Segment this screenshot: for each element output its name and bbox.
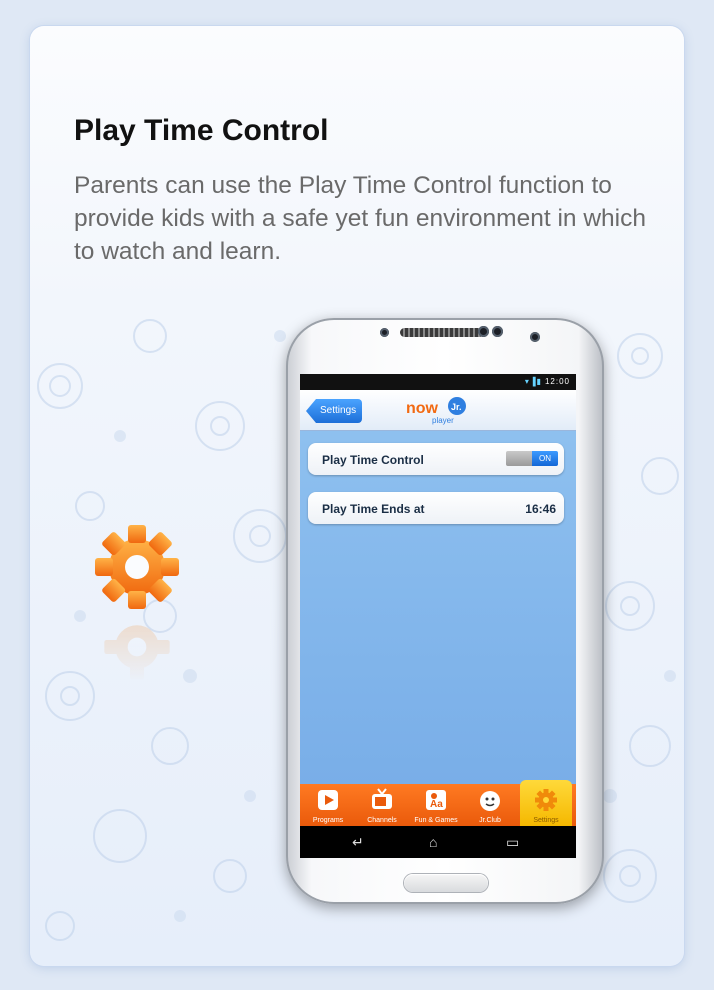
phone-home-button[interactable]: [404, 874, 488, 892]
play-time-control-row: Play Time Control ON: [308, 443, 564, 475]
gear-icon: [95, 525, 179, 609]
logo-subtitle: player: [432, 416, 454, 425]
settings-back-button[interactable]: Settings: [306, 399, 363, 423]
logo-badge: Jr.: [451, 402, 462, 412]
play-time-control-toggle[interactable]: ON: [506, 451, 558, 466]
play-time-ends-label: Play Time Ends at: [322, 502, 425, 516]
recent-apps-icon[interactable]: ▭: [506, 834, 519, 851]
page-title: Play Time Control: [74, 114, 329, 147]
tab-label: Channels: [367, 817, 397, 824]
front-sensor: [492, 326, 503, 337]
tab-label: Fun & Games: [414, 817, 458, 824]
status-time: 12:00: [544, 377, 570, 386]
gear-reflection: [104, 625, 170, 680]
page-description: Parents can use the Play Time Control fu…: [74, 172, 646, 265]
play-time-control-label: Play Time Control: [322, 453, 424, 467]
settings-panel: Play Time Control ON Play Time Ends at 1…: [300, 431, 576, 784]
front-sensor: [478, 326, 489, 337]
tab-channels[interactable]: Channels: [356, 784, 408, 826]
back-icon[interactable]: ↵: [352, 834, 364, 851]
tab-jr-club[interactable]: Jr.Club: [464, 784, 516, 826]
status-icons: ▾▐▮ 12:00: [524, 377, 570, 386]
gear-icon: [535, 789, 557, 811]
toggle-off-side: [506, 451, 532, 466]
mascot-icon: [480, 791, 500, 811]
tv-icon: [372, 788, 392, 809]
phone-screen: ▾▐▮ 12:00 Settings now Jr. player Play Ti…: [300, 374, 576, 858]
svg-text:Aa: Aa: [430, 799, 443, 810]
app-bar: Settings now Jr. player: [300, 390, 576, 431]
play-icon: [318, 790, 338, 810]
play-time-ends-row[interactable]: Play Time Ends at 16:46: [308, 492, 564, 524]
tab-programs[interactable]: Programs: [302, 784, 354, 826]
phone-device: ▾▐▮ 12:00 Settings now Jr. player Play Ti…: [286, 318, 604, 904]
phone-speaker: [400, 328, 484, 337]
toggle-on-label: ON: [532, 451, 558, 466]
tab-fun-games[interactable]: Aa Fun & Games: [410, 784, 462, 826]
games-icon: Aa: [426, 790, 446, 810]
home-icon[interactable]: ⌂: [429, 834, 437, 850]
front-sensor: [380, 328, 389, 337]
status-bar: ▾▐▮ 12:00: [300, 374, 576, 390]
tab-label: Jr.Club: [479, 817, 501, 824]
front-camera: [530, 332, 540, 342]
android-nav-bar: ↵ ⌂ ▭: [300, 826, 576, 858]
logo-text: now: [406, 400, 439, 417]
bottom-tab-bar: Programs Channels Aa Fun & Games Jr.Club: [300, 780, 576, 826]
play-time-ends-value: 16:46: [525, 502, 556, 516]
tab-label: Settings: [533, 817, 559, 824]
tab-label: Programs: [312, 817, 344, 824]
tab-settings[interactable]: Settings: [520, 780, 572, 826]
app-logo: now Jr. player: [406, 397, 466, 425]
